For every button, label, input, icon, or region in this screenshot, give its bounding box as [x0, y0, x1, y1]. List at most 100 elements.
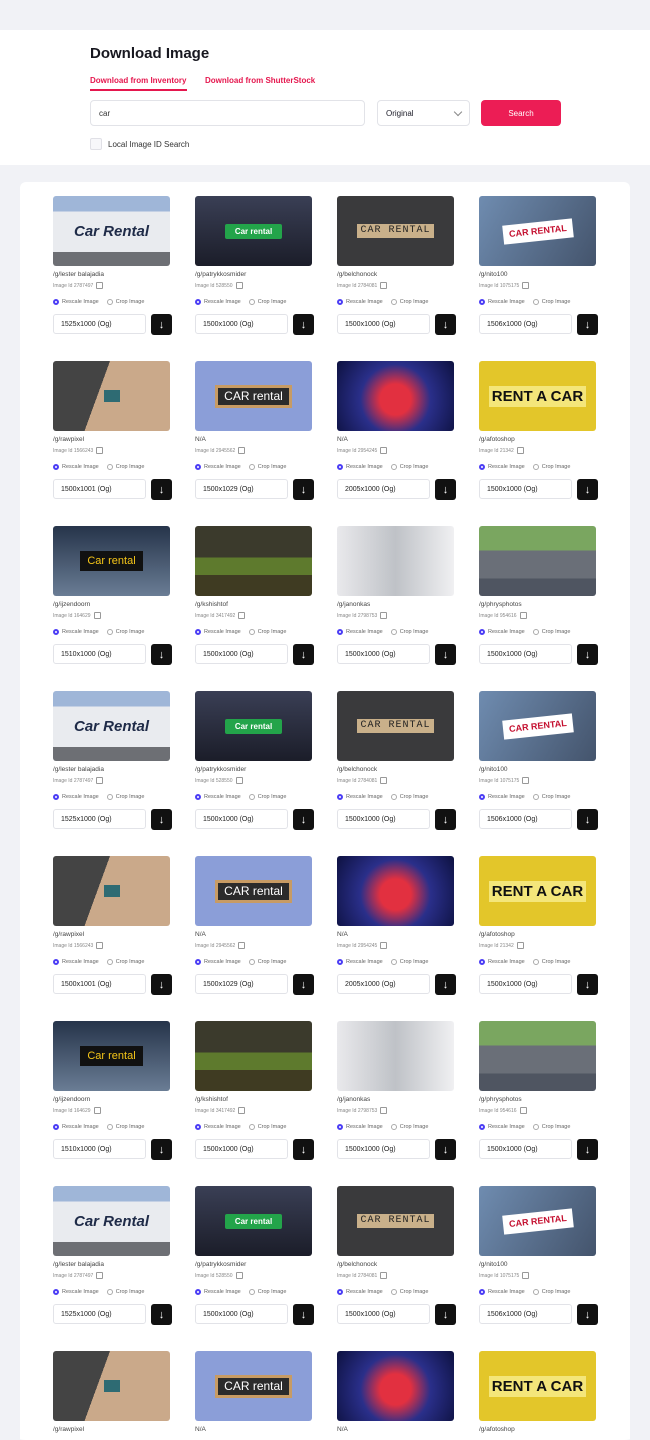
- size-field[interactable]: 1500x1000 (Og): [337, 644, 430, 664]
- size-field[interactable]: 1500x1000 (Og): [195, 314, 288, 334]
- local-search-checkbox[interactable]: [90, 138, 102, 150]
- download-button[interactable]: ↓: [151, 644, 172, 665]
- crop-radio[interactable]: [248, 629, 255, 635]
- download-button[interactable]: ↓: [435, 644, 456, 665]
- image-thumbnail[interactable]: Car Rental: [53, 1186, 170, 1256]
- copy-icon[interactable]: [380, 447, 388, 454]
- crop-radio[interactable]: [106, 794, 113, 800]
- download-button[interactable]: ↓: [577, 809, 598, 830]
- image-thumbnail[interactable]: Car rental: [195, 196, 312, 266]
- download-button[interactable]: ↓: [435, 974, 456, 995]
- image-thumbnail[interactable]: Car rental: [53, 1021, 170, 1091]
- copy-icon[interactable]: [380, 1107, 388, 1114]
- download-button[interactable]: ↓: [577, 314, 598, 335]
- download-button[interactable]: ↓: [435, 809, 456, 830]
- copy-icon[interactable]: [235, 282, 243, 289]
- rescale-radio[interactable]: [479, 959, 485, 965]
- crop-radio[interactable]: [390, 629, 397, 635]
- copy-icon[interactable]: [380, 612, 388, 619]
- size-field[interactable]: 1500x1000 (Og): [337, 1304, 430, 1324]
- crop-radio[interactable]: [248, 794, 255, 800]
- image-thumbnail[interactable]: [337, 1351, 454, 1421]
- image-thumbnail[interactable]: Car Rental: [53, 691, 170, 761]
- crop-radio[interactable]: [248, 464, 255, 470]
- image-thumbnail[interactable]: [337, 1021, 454, 1091]
- download-button[interactable]: ↓: [577, 1139, 598, 1160]
- copy-icon[interactable]: [96, 282, 104, 289]
- download-button[interactable]: ↓: [293, 809, 314, 830]
- copy-icon[interactable]: [522, 777, 530, 784]
- download-button[interactable]: ↓: [293, 479, 314, 500]
- image-thumbnail[interactable]: CAR RENTAL: [337, 1186, 454, 1256]
- download-button[interactable]: ↓: [293, 974, 314, 995]
- copy-icon[interactable]: [519, 1107, 527, 1114]
- download-button[interactable]: ↓: [435, 1304, 456, 1325]
- image-thumbnail[interactable]: [195, 1021, 312, 1091]
- download-button[interactable]: ↓: [293, 1139, 314, 1160]
- size-field[interactable]: 1510x1000 (Og): [53, 644, 146, 664]
- size-field[interactable]: 1500x1000 (Og): [195, 644, 288, 664]
- image-thumbnail[interactable]: Car rental: [195, 1186, 312, 1256]
- rescale-radio[interactable]: [195, 794, 201, 800]
- copy-icon[interactable]: [96, 1272, 104, 1279]
- size-select[interactable]: Original: [377, 100, 470, 126]
- copy-icon[interactable]: [522, 282, 530, 289]
- size-field[interactable]: 1525x1000 (Og): [53, 1304, 146, 1324]
- crop-radio[interactable]: [532, 1289, 539, 1295]
- download-button[interactable]: ↓: [151, 809, 172, 830]
- copy-icon[interactable]: [235, 1272, 243, 1279]
- size-field[interactable]: 2005x1000 (Og): [337, 974, 430, 994]
- search-input[interactable]: [90, 100, 365, 126]
- download-button[interactable]: ↓: [151, 479, 172, 500]
- crop-radio[interactable]: [532, 794, 539, 800]
- image-thumbnail[interactable]: [195, 526, 312, 596]
- download-button[interactable]: ↓: [151, 1139, 172, 1160]
- rescale-radio[interactable]: [337, 1124, 343, 1130]
- download-button[interactable]: ↓: [577, 644, 598, 665]
- rescale-radio[interactable]: [53, 1124, 59, 1130]
- copy-icon[interactable]: [93, 612, 101, 619]
- image-thumbnail[interactable]: RENT A CAR: [479, 856, 596, 926]
- download-button[interactable]: ↓: [435, 1139, 456, 1160]
- crop-radio[interactable]: [106, 1289, 113, 1295]
- size-field[interactable]: 1500x1000 (Og): [337, 1139, 430, 1159]
- crop-radio[interactable]: [106, 299, 113, 305]
- download-button[interactable]: ↓: [435, 314, 456, 335]
- rescale-radio[interactable]: [337, 794, 343, 800]
- size-field[interactable]: 1500x1000 (Og): [479, 644, 572, 664]
- crop-radio[interactable]: [390, 794, 397, 800]
- rescale-radio[interactable]: [53, 959, 59, 965]
- image-thumbnail[interactable]: [479, 526, 596, 596]
- size-field[interactable]: 1500x1000 (Og): [337, 314, 430, 334]
- image-thumbnail[interactable]: [53, 856, 170, 926]
- rescale-radio[interactable]: [53, 794, 59, 800]
- image-thumbnail[interactable]: CAR RENTAL: [337, 691, 454, 761]
- crop-radio[interactable]: [532, 1124, 539, 1130]
- crop-radio[interactable]: [248, 1124, 255, 1130]
- rescale-radio[interactable]: [195, 464, 201, 470]
- size-field[interactable]: 1500x1000 (Og): [479, 479, 572, 499]
- crop-radio[interactable]: [532, 464, 539, 470]
- image-thumbnail[interactable]: Car rental: [53, 526, 170, 596]
- crop-radio[interactable]: [390, 299, 397, 305]
- download-button[interactable]: ↓: [577, 1304, 598, 1325]
- copy-icon[interactable]: [516, 942, 524, 949]
- image-thumbnail[interactable]: CAR RENTAL: [337, 196, 454, 266]
- copy-icon[interactable]: [516, 447, 524, 454]
- rescale-radio[interactable]: [479, 629, 485, 635]
- copy-icon[interactable]: [522, 1272, 530, 1279]
- rescale-radio[interactable]: [337, 1289, 343, 1295]
- copy-icon[interactable]: [96, 942, 104, 949]
- copy-icon[interactable]: [238, 612, 246, 619]
- image-thumbnail[interactable]: [479, 1021, 596, 1091]
- rescale-radio[interactable]: [53, 464, 59, 470]
- crop-radio[interactable]: [106, 1124, 113, 1130]
- rescale-radio[interactable]: [479, 1124, 485, 1130]
- size-field[interactable]: 1500x1029 (Og): [195, 479, 288, 499]
- size-field[interactable]: 1500x1000 (Og): [479, 1139, 572, 1159]
- copy-icon[interactable]: [238, 1107, 246, 1114]
- size-field[interactable]: 1525x1000 (Og): [53, 809, 146, 829]
- size-field[interactable]: 2005x1000 (Og): [337, 479, 430, 499]
- crop-radio[interactable]: [532, 629, 539, 635]
- rescale-radio[interactable]: [195, 1124, 201, 1130]
